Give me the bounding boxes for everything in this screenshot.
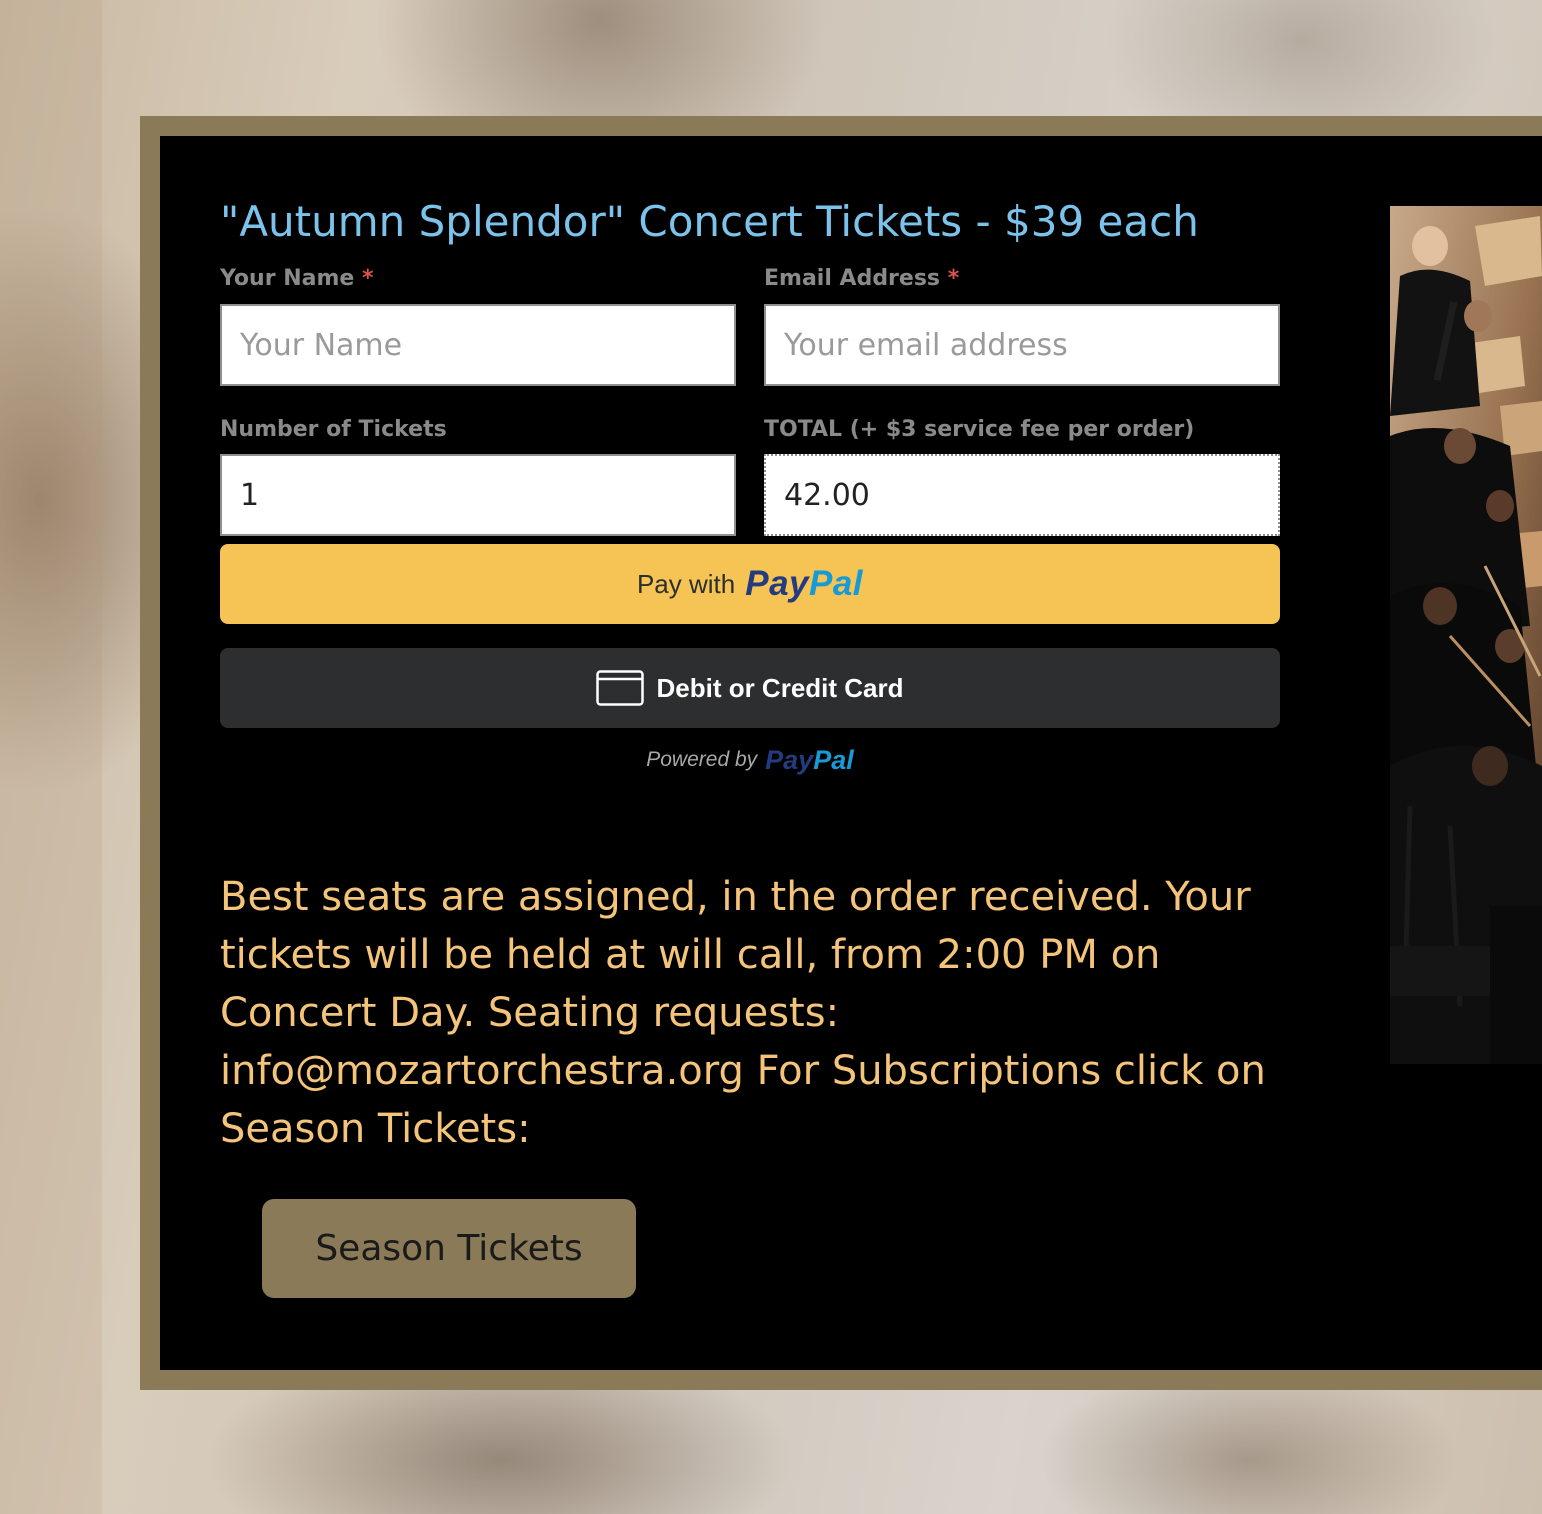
debit-credit-card-button[interactable]: Debit or Credit Card [220, 648, 1280, 728]
name-required-mark: * [361, 266, 374, 291]
season-tickets-button[interactable]: Season Tickets [262, 1199, 636, 1298]
ticket-panel-inner: "Autumn Splendor" Concert Tickets - $39 … [160, 136, 1542, 1370]
email-label-text: Email Address [764, 266, 941, 291]
paypal-logo-pay: Pay [745, 564, 809, 603]
email-label: Email Address * [764, 264, 959, 294]
total-input[interactable] [764, 454, 1280, 536]
tickets-label: Number of Tickets [220, 417, 447, 442]
orchestra-photo [1390, 206, 1542, 1064]
powered-by-text: Powered by [646, 748, 758, 771]
credit-card-icon [596, 670, 645, 706]
paypal-logo-pal: Pal [809, 564, 864, 603]
name-input[interactable] [220, 304, 736, 386]
ticket-panel: "Autumn Splendor" Concert Tickets - $39 … [140, 116, 1542, 1390]
name-label: Your Name * [220, 264, 374, 294]
pay-with-text: Pay with [636, 568, 736, 599]
powered-logo-pay: Pay [765, 744, 814, 775]
seating-info-text: Best seats are assigned, in the order re… [220, 874, 1266, 1152]
form-title: "Autumn Splendor" Concert Tickets - $39 … [220, 197, 1199, 246]
email-input[interactable] [764, 304, 1280, 386]
pay-with-paypal-button[interactable]: Pay with PayPal [220, 544, 1280, 624]
email-required-mark: * [947, 266, 960, 291]
powered-by-paypal-logo: PayPal [765, 745, 854, 776]
tickets-input[interactable] [220, 454, 736, 536]
powered-logo-pal: Pal [813, 744, 854, 775]
powered-by-paypal: Powered by PayPal [220, 740, 1280, 780]
card-button-label: Debit or Credit Card [656, 672, 904, 703]
paypal-logo: PayPal [745, 564, 863, 604]
name-label-text: Your Name [220, 266, 355, 291]
total-label: TOTAL (+ $3 service fee per order) [764, 417, 1195, 442]
background-stripe [0, 0, 102, 1514]
